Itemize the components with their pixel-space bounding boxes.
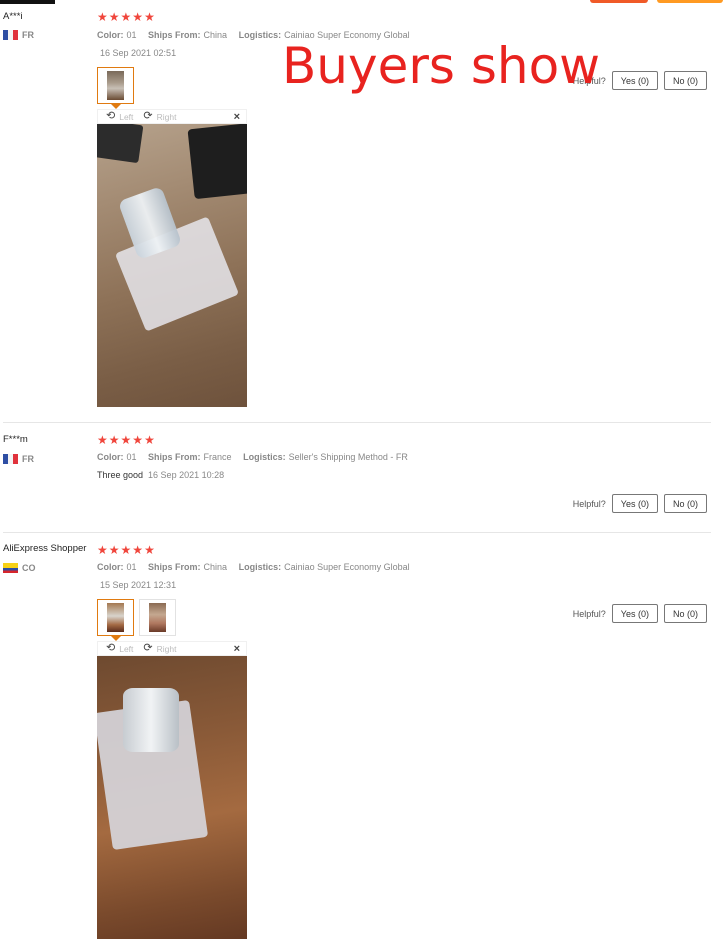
reviewer-name: A***i [3,11,23,22]
star-icon: ★ [132,433,144,447]
photo-viewer-toolbar: ⟲ Left ⟳ Right × [97,109,247,124]
star-icon: ★ [108,433,120,447]
review-date: 16 Sep 2021 02:51 [100,48,177,58]
photo-viewer-toolbar: ⟲ Left ⟳ Right × [97,641,247,656]
photo-thumbnail[interactable] [97,67,134,109]
star-icon: ★ [144,543,155,557]
rotate-left-icon[interactable]: ⟲ [106,643,115,654]
ships-from-key: Ships From: [148,452,201,462]
star-icon: ★ [97,433,108,447]
star-icon: ★ [132,10,144,24]
star-icon: ★ [120,543,132,557]
top-action-button-1[interactable] [590,0,648,3]
rotate-right-icon[interactable]: ⟳ [143,643,152,654]
color-value: 01 [126,562,137,572]
helpful-no-button[interactable]: No (0) [663,494,707,513]
reviewer-country: FR [3,454,34,464]
helpful-vote: Helpful? Yes (0) No (0) [573,494,707,513]
order-info: Color: 01 Ships From: China Logistics: Cain… [97,562,419,572]
helpful-label: Helpful? [572,498,606,509]
reviewer-country: FR [3,30,34,40]
rotate-right-label[interactable]: Right [157,112,177,122]
star-icon: ★ [144,10,155,24]
order-info: Color: 01 Ships From: France Logistics: Sel… [97,452,417,462]
star-icon: ★ [132,543,144,557]
logistics-value: Seller's Shipping Method - FR [288,452,408,462]
ships-from-key: Ships From: [148,30,201,40]
star-rating: ★ ★ ★ ★ ★ [97,544,155,556]
photo-thumbnail[interactable] [139,599,176,636]
reviewer-name: F***m [3,434,28,445]
review-photo [97,124,247,407]
star-icon: ★ [120,10,132,24]
close-icon[interactable]: × [234,111,240,123]
photo-thumbnail[interactable] [97,599,134,641]
flag-fr-icon [3,454,18,464]
country-code: CO [22,563,36,573]
star-icon: ★ [108,10,120,24]
photo-viewer: ⟲ Left ⟳ Right × [97,109,247,407]
review-date: 16 Sep 2021 10:28 [148,470,225,480]
review-body: 16 Sep 2021 02:51 [100,48,176,58]
country-code: FR [22,454,34,464]
color-key: Color: [97,452,124,462]
rotate-left-label[interactable]: Left [119,644,133,654]
flag-co-icon [3,563,18,573]
color-value: 01 [126,30,137,40]
star-rating: ★ ★ ★ ★ ★ [97,434,155,446]
ships-from-value: China [203,562,228,572]
rotate-right-label[interactable]: Right [157,644,177,654]
star-rating: ★ ★ ★ ★ ★ [97,11,155,23]
photo-viewer: ⟲ Left ⟳ Right × [97,641,247,939]
review-date: 15 Sep 2021 12:31 [100,580,177,590]
ships-from-value: France [203,452,232,462]
review-text: Three good [97,470,144,480]
helpful-yes-button[interactable]: Yes (0) [611,71,658,90]
helpful-vote: Helpful? Yes (0) No (0) [573,604,707,623]
reviewer-name: AliExpress Shopper [3,543,87,554]
logistics-key: Logistics: [238,562,282,572]
review-body: 15 Sep 2021 12:31 [100,580,176,590]
review-divider [3,422,711,423]
ships-from-value: China [203,30,228,40]
logistics-value: Cainiao Super Economy Global [284,562,410,572]
color-key: Color: [97,30,124,40]
close-icon[interactable]: × [234,643,240,655]
helpful-label: Helpful? [572,608,606,619]
ships-from-key: Ships From: [148,562,201,572]
photo-thumbnails [97,67,134,109]
rotate-right-icon[interactable]: ⟳ [143,111,152,122]
logistics-key: Logistics: [243,452,286,462]
overlay-caption: Buyers show [282,37,601,95]
rotate-left-icon[interactable]: ⟲ [106,111,115,122]
helpful-yes-button[interactable]: Yes (0) [611,604,658,623]
review-divider [3,532,711,533]
flag-fr-icon [3,30,18,40]
country-code: FR [22,30,34,40]
color-key: Color: [97,562,124,572]
star-icon: ★ [97,10,108,24]
photo-thumbnails [97,599,176,641]
star-icon: ★ [108,543,120,557]
star-icon: ★ [97,543,108,557]
helpful-yes-button[interactable]: Yes (0) [611,494,658,513]
logistics-key: Logistics: [238,30,282,40]
reviewer-country: CO [3,563,36,573]
review-photo [97,656,247,939]
star-icon: ★ [120,433,132,447]
active-tab-underline [0,0,55,4]
top-action-button-2[interactable] [657,0,723,3]
review-body: Three good 16 Sep 2021 10:28 [97,470,224,480]
rotate-left-label[interactable]: Left [119,112,133,122]
helpful-no-button[interactable]: No (0) [663,71,707,90]
color-value: 01 [126,452,137,462]
star-icon: ★ [144,433,155,447]
helpful-no-button[interactable]: No (0) [663,604,707,623]
